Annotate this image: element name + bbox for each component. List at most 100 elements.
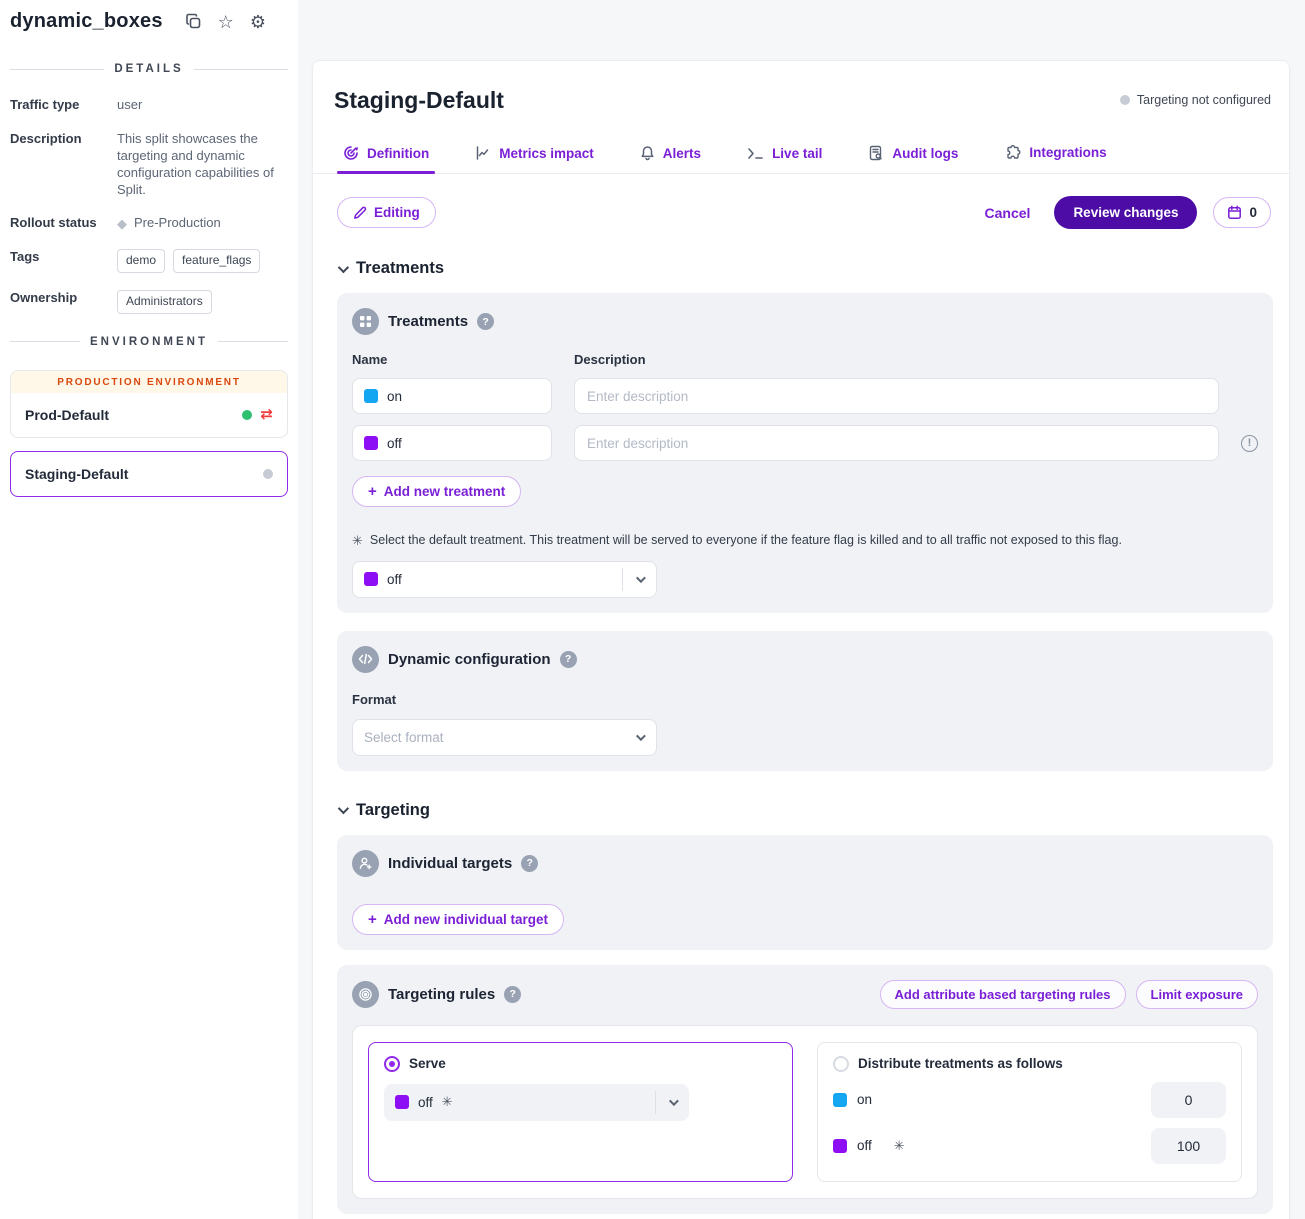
tab-label: Audit logs: [892, 146, 958, 161]
flag-title: dynamic_boxes: [10, 10, 163, 33]
treatments-section-toggle[interactable]: Treatments: [313, 229, 1289, 278]
environment-divider: ENVIRONMENT: [10, 336, 288, 348]
tab-label: Integrations: [1029, 145, 1106, 160]
environment-card-staging[interactable]: Staging-Default: [10, 451, 288, 497]
prod-active-dot: [242, 410, 252, 420]
traffic-type-value: user: [117, 97, 288, 114]
tab-label: Definition: [367, 146, 429, 161]
plus-icon: +: [368, 484, 377, 499]
help-icon[interactable]: ?: [504, 986, 521, 1003]
add-user-icon: [352, 850, 379, 877]
tab-audit-logs[interactable]: Audit logs: [866, 139, 960, 173]
scheduled-changes-button[interactable]: 0: [1213, 197, 1271, 228]
tab-integrations[interactable]: Integrations: [1002, 138, 1108, 173]
flag-header: dynamic_boxes ☆ ⚙: [0, 0, 298, 33]
distribute-radio-row[interactable]: Distribute treatments as follows: [833, 1056, 1226, 1072]
details-heading: DETAILS: [114, 63, 183, 75]
description-column-header: Description: [574, 352, 646, 367]
default-marker-icon: ✳: [894, 1138, 905, 1154]
details-list: Traffic type user Description This split…: [0, 75, 298, 314]
individual-targets-panel: Individual targets ? + Add new individua…: [337, 835, 1273, 950]
add-individual-target-button[interactable]: + Add new individual target: [352, 904, 564, 935]
rollout-diamond-icon: ◆: [117, 217, 127, 230]
environment-heading: ENVIRONMENT: [90, 336, 208, 348]
tab-label: Metrics impact: [499, 146, 594, 161]
treatment-name-field-off[interactable]: off: [352, 425, 552, 461]
format-label: Format: [352, 692, 1258, 707]
default-marker-icon: ✳: [352, 533, 363, 549]
environment-card-prod[interactable]: PRODUCTION ENVIRONMENT Prod-Default ⇄: [10, 370, 288, 438]
format-select[interactable]: Select format: [352, 719, 657, 756]
targeting-status-text: Targeting not configured: [1137, 93, 1271, 107]
edit-toolbar: Editing Cancel Review changes 0: [313, 174, 1289, 229]
serve-treatment-select[interactable]: off ✳: [384, 1084, 689, 1121]
details-divider: DETAILS: [10, 63, 288, 75]
tab-label: Live tail: [772, 146, 822, 161]
default-treatment-select[interactable]: off: [352, 561, 657, 598]
targeting-rules-panel: Targeting rules ? Add attribute based ta…: [337, 965, 1273, 1214]
pencil-icon: [353, 206, 367, 220]
change-count: 0: [1249, 205, 1257, 220]
help-icon[interactable]: ?: [521, 855, 538, 872]
chevron-down-icon: [623, 734, 656, 741]
treatment-name-field-on[interactable]: on: [352, 378, 552, 414]
treatments-section-title: Treatments: [356, 259, 444, 278]
limit-exposure-button[interactable]: Limit exposure: [1136, 980, 1258, 1009]
tags-row: Tags demo feature_flags: [10, 249, 288, 273]
targeting-section-title: Targeting: [356, 801, 430, 820]
audit-log-icon: [868, 145, 884, 161]
treatment-color-swatch: [364, 572, 378, 586]
treatments-grid-icon: [352, 308, 379, 335]
treatment-description-input-on[interactable]: [574, 378, 1219, 414]
treatment-color-swatch: [364, 436, 378, 450]
distribute-row-off: off ✳ 100: [833, 1128, 1226, 1164]
distribute-percent-on[interactable]: 0: [1151, 1082, 1226, 1118]
distribute-percent-off[interactable]: 100: [1151, 1128, 1226, 1164]
default-treatment-note: ✳ Select the default treatment. This tre…: [352, 533, 1258, 549]
tab-bar: Definition Metrics impact Alerts: [313, 138, 1289, 174]
tag-chip: feature_flags: [173, 249, 260, 273]
distribute-row-on: on 0: [833, 1082, 1226, 1118]
chevron-down-icon: [338, 261, 349, 272]
add-attribute-rules-button[interactable]: Add attribute based targeting rules: [880, 980, 1126, 1009]
targeting-section-toggle[interactable]: Targeting: [313, 771, 1289, 820]
owner-chip: Administrators: [117, 290, 212, 314]
serve-radio[interactable]: [384, 1056, 400, 1072]
description-label: Description: [10, 131, 117, 199]
review-changes-button[interactable]: Review changes: [1054, 196, 1197, 229]
ownership-row: Ownership Administrators: [10, 290, 288, 314]
tab-definition[interactable]: Definition: [341, 139, 431, 173]
description-row: Description This split showcases the tar…: [10, 131, 288, 199]
treatments-panel: Treatments ? Name Description on off ! +: [337, 293, 1273, 613]
dynamic-configuration-panel: Dynamic configuration ? Format Select fo…: [337, 631, 1273, 771]
chart-icon: [475, 145, 491, 161]
environment-name-prod: Prod-Default: [25, 407, 234, 423]
help-icon[interactable]: ?: [560, 651, 577, 668]
editing-button[interactable]: Editing: [337, 197, 436, 228]
serve-option-panel[interactable]: Serve off ✳: [368, 1042, 793, 1182]
favorite-star-icon[interactable]: ☆: [218, 13, 234, 31]
plus-icon: +: [368, 912, 377, 927]
serve-label: Serve: [409, 1056, 446, 1071]
tag-chip: demo: [117, 249, 165, 273]
help-icon[interactable]: ?: [477, 313, 494, 330]
default-marker-icon: ✳: [442, 1094, 453, 1110]
staging-status-dot: [263, 469, 273, 479]
distribute-label: Distribute treatments as follows: [858, 1056, 1063, 1071]
cancel-button[interactable]: Cancel: [985, 205, 1031, 221]
copy-icon[interactable]: [185, 13, 202, 30]
tab-metrics-impact[interactable]: Metrics impact: [473, 139, 596, 173]
distribute-option-panel[interactable]: Distribute treatments as follows on 0 of…: [817, 1042, 1242, 1182]
dynamic-configuration-heading: Dynamic configuration: [388, 651, 551, 668]
tab-live-tail[interactable]: Live tail: [745, 140, 824, 173]
name-column-header: Name: [352, 352, 552, 367]
settings-gear-icon[interactable]: ⚙: [250, 13, 266, 31]
treatment-description-input-off[interactable]: [574, 425, 1219, 461]
tab-alerts[interactable]: Alerts: [638, 139, 703, 173]
rollout-status-row: Rollout status ◆ Pre-Production: [10, 215, 288, 232]
add-treatment-button[interactable]: + Add new treatment: [352, 476, 521, 507]
production-environment-banner: PRODUCTION ENVIRONMENT: [11, 371, 287, 393]
info-icon[interactable]: !: [1241, 435, 1258, 452]
distribute-radio[interactable]: [833, 1056, 849, 1072]
serve-radio-row[interactable]: Serve: [384, 1056, 777, 1072]
